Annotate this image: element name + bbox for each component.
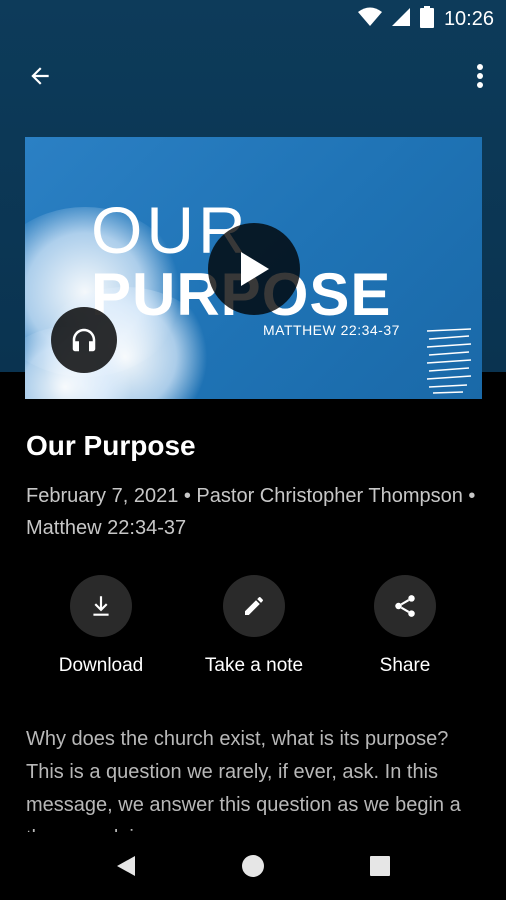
share-icon [395, 595, 415, 617]
status-time: 10:26 [443, 8, 494, 30]
sermon-description: Why does the church exist, what is its p… [26, 728, 461, 833]
system-nav-bar [0, 832, 506, 900]
triangle-back-icon [117, 856, 135, 876]
download-circle[interactable] [70, 575, 132, 637]
share-label: Share [379, 655, 431, 676]
play-video-button[interactable] [208, 223, 300, 315]
download-label: Download [58, 655, 144, 676]
take-note-circle[interactable] [223, 575, 285, 637]
share-circle[interactable] [374, 575, 436, 637]
share-button[interactable]: Share [335, 575, 475, 677]
sermon-meta: February 7, 2021 • Pastor Christopher Th… [26, 485, 476, 539]
battery-icon [419, 6, 434, 33]
circle-home-icon [242, 855, 264, 877]
sermon-artwork: OUR PURPOSE MATTHEW 22:34-37 [25, 137, 482, 399]
nav-home-button[interactable] [233, 846, 273, 886]
wifi-icon [357, 7, 382, 32]
status-icons: 10:26 [357, 6, 494, 33]
nav-back-button[interactable] [106, 846, 146, 886]
download-button[interactable]: Download [31, 575, 171, 677]
pencil-icon [245, 597, 263, 615]
artwork-reference: MATTHEW 22:34-37 [263, 322, 400, 338]
headphones-icon [72, 328, 96, 352]
more-vertical-icon [477, 64, 483, 88]
more-options-button[interactable] [468, 56, 492, 96]
status-bar: 10:26 [0, 0, 506, 36]
signal-icon [391, 7, 410, 32]
listen-audio-button[interactable] [51, 307, 117, 373]
sermon-title: Our Purpose [26, 430, 196, 461]
download-icon [93, 596, 109, 616]
back-button[interactable] [20, 56, 60, 96]
action-row: Download Take a note Share [0, 575, 506, 685]
square-recents-icon [370, 856, 390, 876]
arrow-left-icon [31, 67, 49, 85]
take-note-label: Take a note [204, 655, 304, 676]
nav-recents-button[interactable] [360, 846, 400, 886]
take-note-button[interactable]: Take a note [184, 575, 324, 677]
scribble-decoration [426, 328, 472, 394]
play-icon [241, 252, 269, 286]
